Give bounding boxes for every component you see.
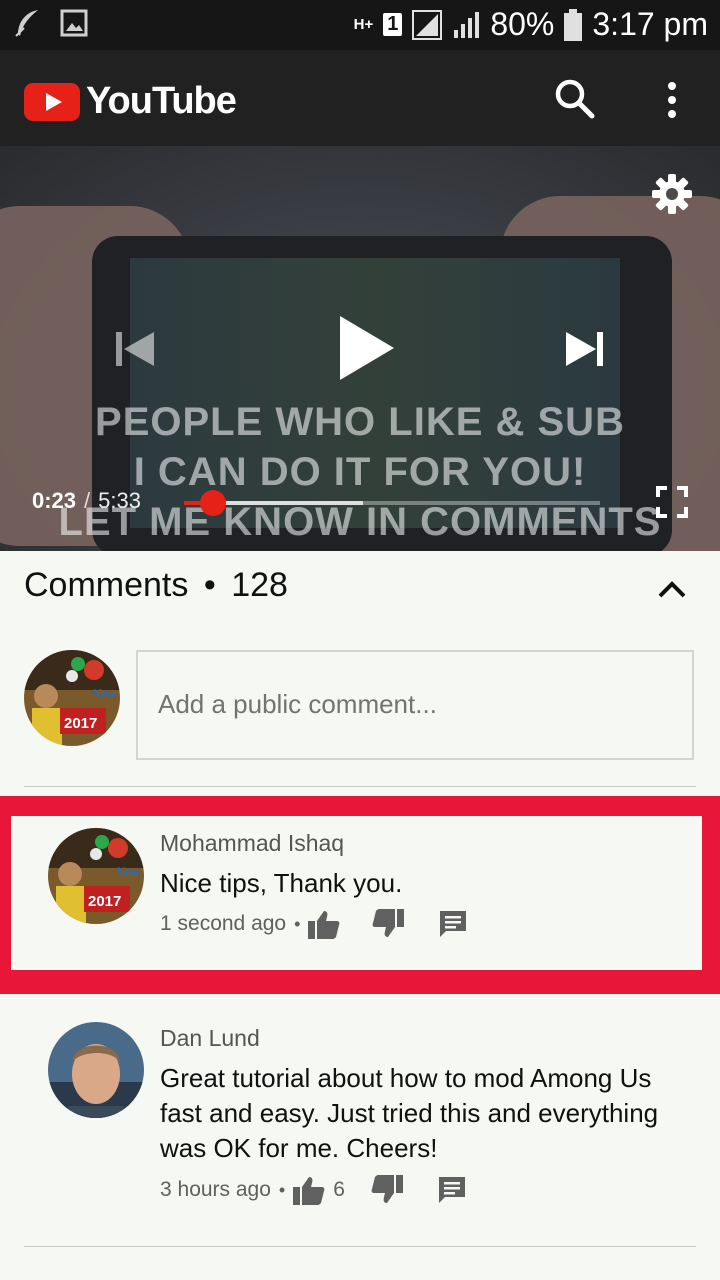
network-type: H+ bbox=[353, 15, 374, 33]
thumbs-up-icon bbox=[293, 1177, 325, 1205]
avatar-image bbox=[48, 1022, 144, 1118]
comment-text: Great tutorial about how to mod Among Us… bbox=[160, 1063, 659, 1163]
search-icon[interactable] bbox=[554, 78, 596, 120]
reply-button[interactable] bbox=[437, 1175, 467, 1205]
comment-text: Nice tips, Thank you. bbox=[160, 868, 403, 898]
thumbs-down-icon bbox=[371, 1175, 403, 1203]
settings-gear-icon[interactable] bbox=[650, 172, 694, 216]
dislike-button[interactable] bbox=[372, 909, 405, 939]
comments-count: 128 bbox=[231, 566, 288, 604]
comment-author[interactable]: Dan Lund bbox=[160, 1025, 260, 1052]
battery-icon bbox=[564, 8, 583, 41]
thumbs-up-icon bbox=[308, 911, 340, 939]
progress-bar[interactable] bbox=[184, 490, 600, 516]
signal-icon-secondary bbox=[454, 11, 480, 38]
image-notification-icon bbox=[60, 9, 88, 37]
comment-time: 1 second ago bbox=[160, 912, 287, 935]
app-bar: YouTube bbox=[0, 50, 720, 146]
battery-percent: 80% bbox=[490, 6, 555, 42]
status-bar-indicators: H+ 1 80% 3:17 pm bbox=[354, 6, 708, 43]
dislike-button[interactable] bbox=[371, 1175, 403, 1205]
clock: 3:17 pm bbox=[592, 6, 708, 42]
video-overlay-line-1: PEOPLE WHO LIKE & SUB bbox=[95, 400, 625, 444]
avatar-badge-year: 2017 bbox=[64, 715, 97, 732]
like-button[interactable] bbox=[293, 1175, 325, 1205]
comment-avatar[interactable] bbox=[48, 1022, 144, 1118]
comments-dot: • bbox=[203, 566, 216, 604]
like-button[interactable] bbox=[308, 909, 340, 939]
meta-dot: • bbox=[278, 1179, 286, 1200]
sim-indicator: 1 bbox=[383, 13, 403, 36]
avatar-badge-year: 2017 bbox=[88, 893, 121, 910]
avatar-image: 2017 New bbox=[24, 650, 120, 746]
meta-dot: • bbox=[294, 913, 301, 934]
current-user-avatar[interactable]: 2017 New bbox=[24, 650, 120, 746]
avatar-image: 2017 New bbox=[48, 828, 144, 924]
divider bbox=[24, 1246, 696, 1247]
avatar-badge-word: New bbox=[115, 864, 140, 879]
time-display: 0:23 / 5:33 bbox=[32, 488, 141, 514]
duration: 5:33 bbox=[98, 488, 141, 513]
next-video-icon[interactable] bbox=[564, 330, 604, 368]
comment-meta: 1 second ago • bbox=[160, 906, 468, 942]
reply-comment-icon bbox=[440, 911, 467, 937]
comments-header: Comments • 128 bbox=[24, 566, 288, 605]
signal-icon bbox=[412, 9, 443, 40]
status-bar: H+ 1 80% 3:17 pm bbox=[0, 0, 720, 50]
comments-title: Comments bbox=[24, 566, 189, 604]
chevron-up-icon[interactable] bbox=[656, 578, 688, 600]
add-comment-box[interactable] bbox=[136, 650, 694, 760]
feather-icon bbox=[15, 10, 38, 37]
add-comment-input[interactable] bbox=[156, 688, 660, 721]
more-options-icon[interactable] bbox=[660, 80, 684, 120]
previous-video-icon[interactable] bbox=[116, 330, 156, 368]
comment-avatar[interactable]: 2017 New bbox=[48, 828, 144, 924]
progress-scrubber-handle[interactable] bbox=[199, 490, 226, 516]
comment-meta: 3 hours ago • 6 bbox=[160, 1172, 467, 1208]
logo-text: YouTube bbox=[86, 80, 237, 122]
comment-time: 3 hours ago bbox=[160, 1178, 271, 1201]
current-time: 0:23 bbox=[32, 488, 77, 513]
reply-button[interactable] bbox=[438, 909, 468, 939]
time-separator: / bbox=[84, 488, 91, 513]
youtube-play-logo-icon bbox=[24, 82, 80, 121]
youtube-logo[interactable]: YouTube bbox=[24, 80, 237, 123]
reply-comment-icon bbox=[438, 1177, 465, 1203]
divider bbox=[24, 786, 696, 787]
status-bar-notifications bbox=[14, 8, 88, 38]
play-icon[interactable] bbox=[338, 314, 396, 382]
like-count: 6 bbox=[333, 1178, 345, 1201]
thumbs-down-icon bbox=[373, 909, 405, 937]
fullscreen-icon[interactable] bbox=[656, 486, 688, 518]
comment-author[interactable]: Mohammad Ishaq bbox=[160, 830, 344, 857]
avatar-badge-word: New bbox=[91, 686, 116, 701]
